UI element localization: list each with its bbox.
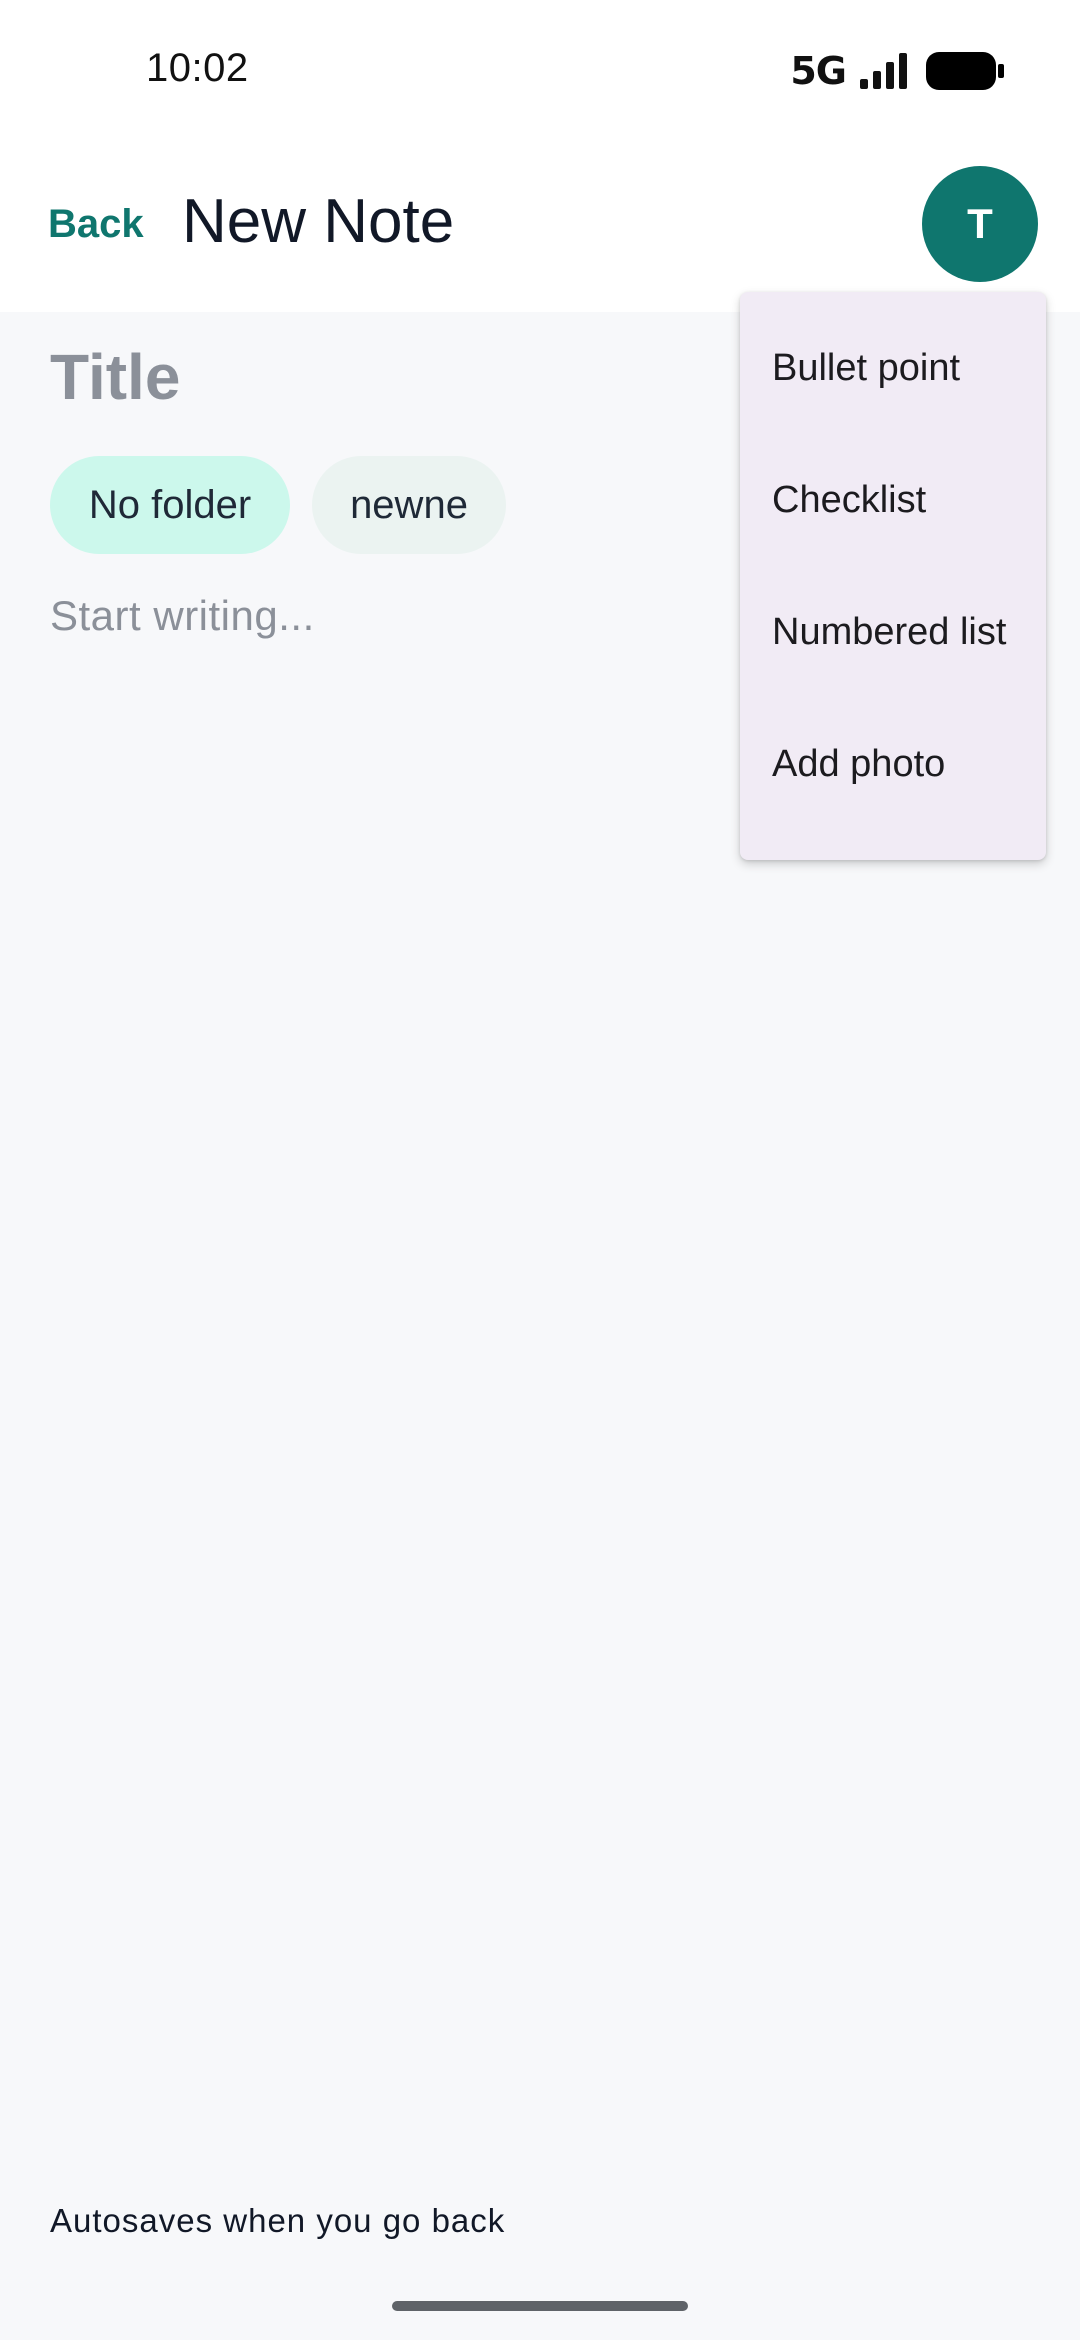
menu-item-checklist[interactable]: Checklist — [772, 440, 1046, 560]
folder-chip[interactable]: No folder — [50, 456, 290, 554]
back-button[interactable]: Back — [48, 202, 144, 247]
battery-full-icon — [926, 52, 1004, 90]
status-time: 10:02 — [146, 46, 249, 90]
menu-item-numbered-list[interactable]: Numbered list — [772, 572, 1046, 692]
avatar-menu-button[interactable]: T — [922, 166, 1038, 282]
tag-chip[interactable]: newne — [312, 456, 506, 554]
avatar-initial: T — [967, 200, 993, 247]
status-bar: 10:02 5G — [0, 0, 1080, 140]
status-icons: 5G — [790, 49, 1004, 93]
network-label: 5G — [790, 49, 847, 93]
page-title: New Note — [182, 187, 455, 256]
tag-chip-label: newne — [350, 482, 468, 527]
note-body-input[interactable]: Start writing... — [50, 592, 315, 640]
home-indicator[interactable] — [392, 2301, 688, 2311]
note-title-input[interactable]: Title — [50, 340, 180, 414]
menu-item-add-photo[interactable]: Add photo — [772, 704, 1046, 824]
folder-chip-label: No folder — [88, 482, 252, 527]
autosave-note: Autosaves when you go back — [50, 2202, 506, 2239]
app-header: Back New Note T — [0, 140, 1080, 312]
menu-item-bullet-point[interactable]: Bullet point — [772, 308, 1046, 428]
insert-menu: Bullet point Checklist Numbered list Add… — [740, 292, 1046, 860]
signal-bars-icon — [860, 53, 907, 89]
